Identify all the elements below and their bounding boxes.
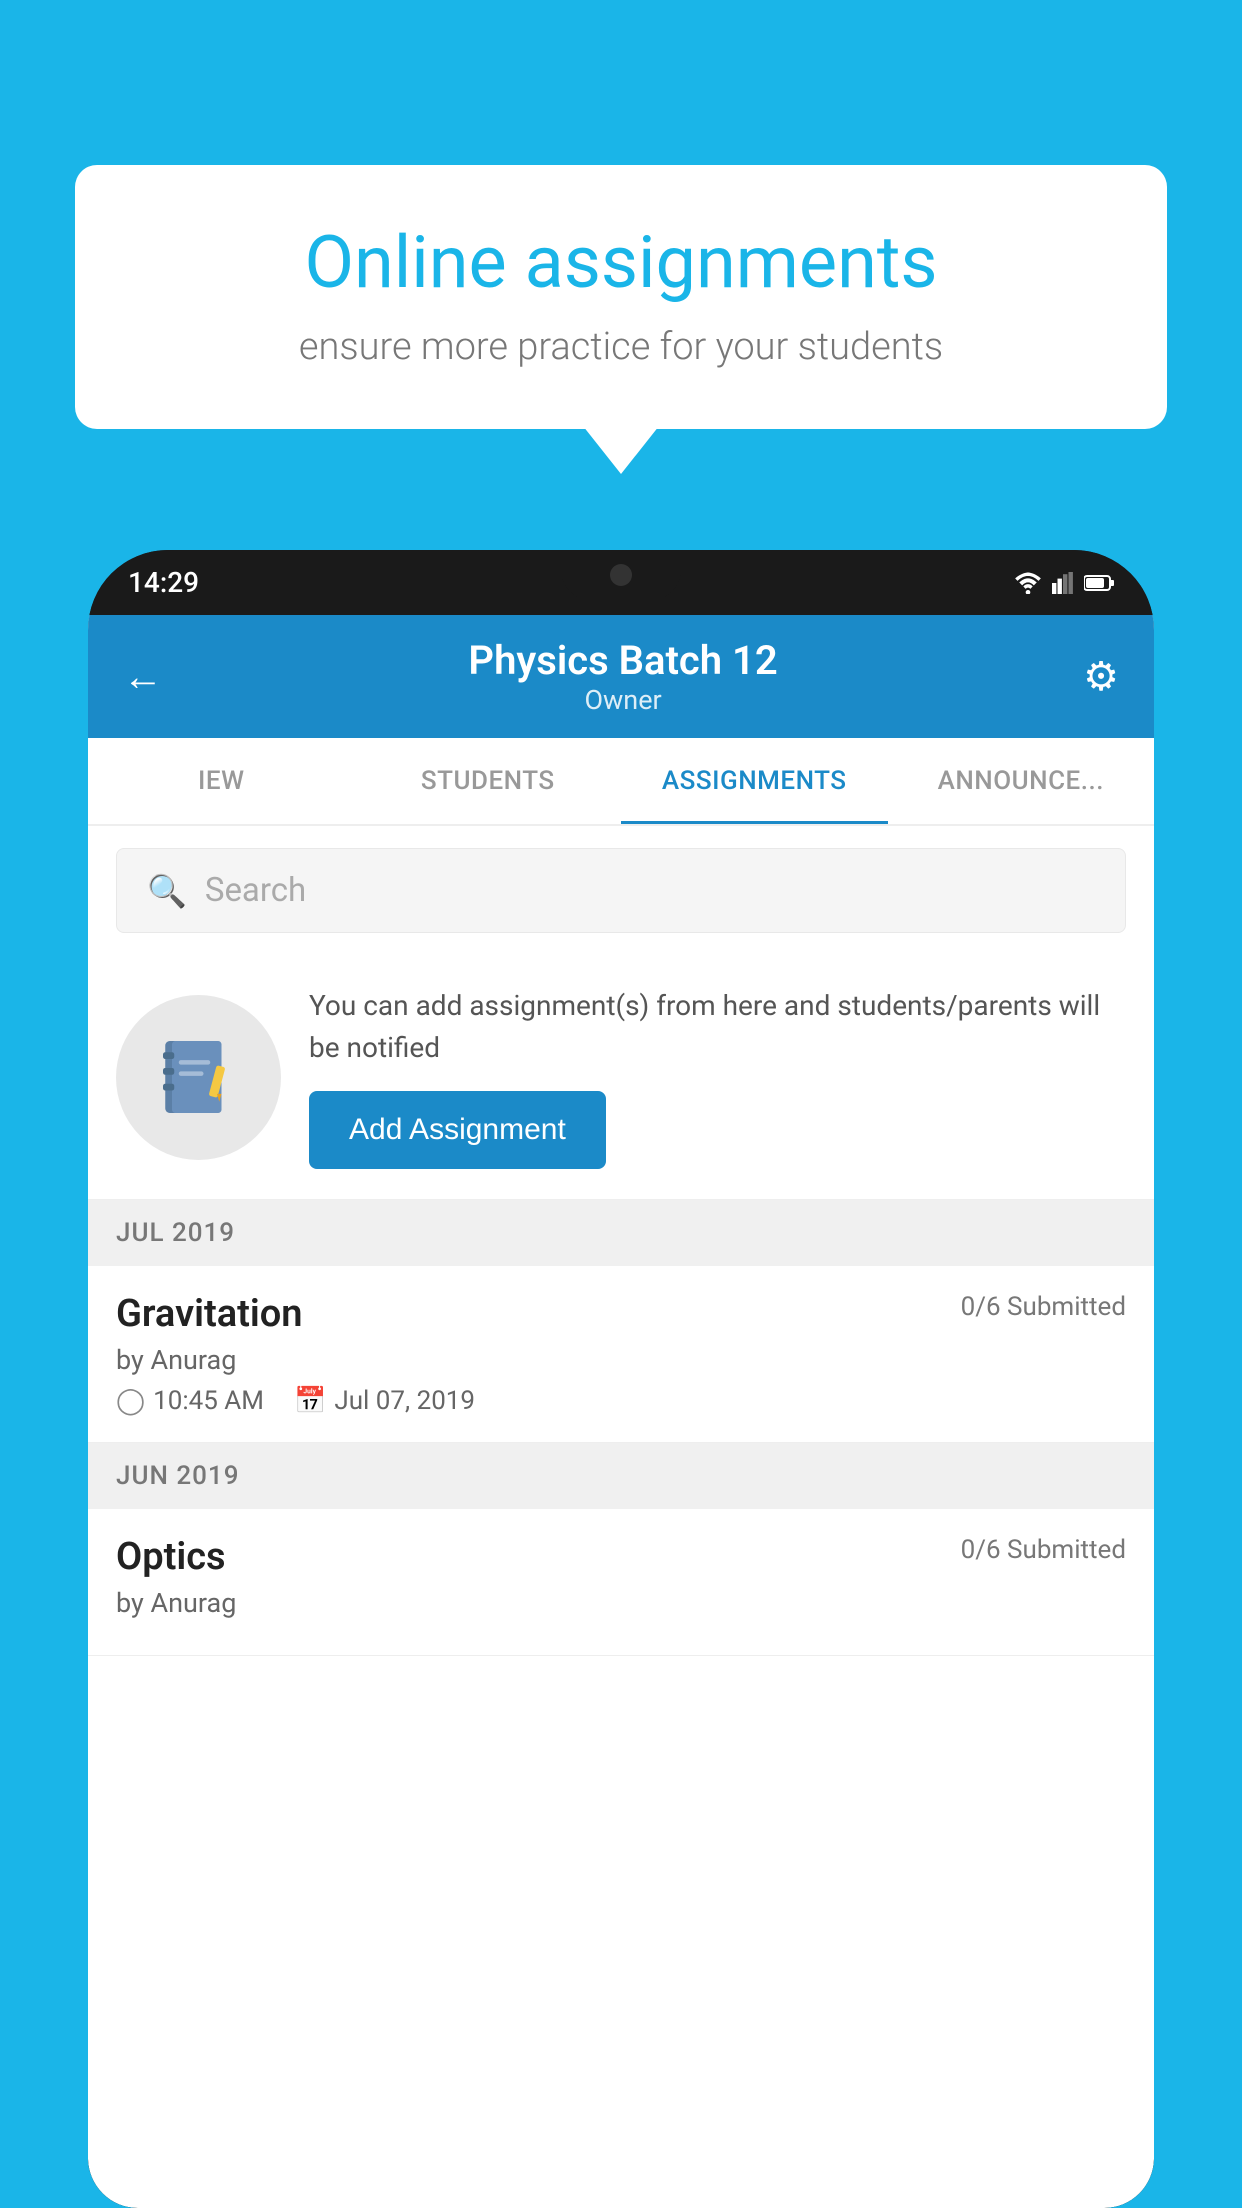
assignment-gravitation[interactable]: Gravitation 0/6 Submitted by Anurag ◯ 10… [88,1266,1154,1443]
header-center: Physics Batch 12 Owner [468,637,777,716]
search-input[interactable]: 🔍 Search [116,848,1126,933]
header-title: Physics Batch 12 [468,637,777,684]
assignment-optics[interactable]: Optics 0/6 Submitted by Anurag [88,1509,1154,1656]
assignment-date-value: Jul 07, 2019 [334,1386,475,1416]
status-icons [1014,572,1114,594]
clock-icon: ◯ [116,1386,145,1416]
tab-students[interactable]: STUDENTS [355,738,622,824]
app-header: ← Physics Batch 12 Owner ⚙ [88,615,1154,738]
bubble-title: Online assignments [135,220,1107,305]
back-button[interactable]: ← [123,653,163,700]
header-subtitle: Owner [468,684,777,716]
search-container: 🔍 Search [88,826,1154,955]
calendar-icon: 📅 [294,1386,326,1416]
section-jun-2019: JUN 2019 [88,1443,1154,1509]
speech-bubble: Online assignments ensure more practice … [75,165,1167,429]
promo-text-area: You can add assignment(s) from here and … [309,985,1126,1169]
settings-icon[interactable]: ⚙ [1083,653,1119,700]
search-icon: 🔍 [147,872,187,910]
assignment-author-gravitation: by Anurag [116,1344,1126,1376]
assignment-meta-gravitation: ◯ 10:45 AM 📅 Jul 07, 2019 [116,1386,1126,1416]
submitted-badge-optics: 0/6 Submitted [961,1535,1126,1565]
wifi-icon [1014,572,1042,594]
promo-section: You can add assignment(s) from here and … [88,955,1154,1200]
bubble-subtitle: ensure more practice for your students [135,325,1107,369]
assignment-time: ◯ 10:45 AM [116,1386,264,1416]
tab-assignments[interactable]: ASSIGNMENTS [621,738,888,824]
submitted-badge-gravitation: 0/6 Submitted [961,1292,1126,1322]
promo-icon-circle [116,995,281,1160]
tabs-bar: IEW STUDENTS ASSIGNMENTS ANNOUNCE... [88,738,1154,826]
assignment-top: Gravitation 0/6 Submitted [116,1292,1126,1336]
app-screen: ← Physics Batch 12 Owner ⚙ IEW STUDENTS … [88,615,1154,2208]
add-assignment-button[interactable]: Add Assignment [309,1091,606,1169]
section-jul-label: JUL 2019 [116,1218,235,1248]
promo-description: You can add assignment(s) from here and … [309,985,1126,1069]
assignment-optics-top: Optics 0/6 Submitted [116,1535,1126,1579]
section-jul-2019: JUL 2019 [88,1200,1154,1266]
assignment-name-gravitation: Gravitation [116,1292,303,1336]
assignment-time-value: 10:45 AM [153,1386,264,1416]
tab-announcements[interactable]: ANNOUNCE... [888,738,1155,824]
phone-camera [610,564,632,586]
assignment-date: 📅 Jul 07, 2019 [294,1386,475,1416]
search-placeholder-text: Search [205,871,306,910]
phone-mockup: 14:29 ← [88,550,1154,2208]
tab-iew[interactable]: IEW [88,738,355,824]
status-bar: 14:29 [88,550,1154,615]
battery-icon [1084,574,1114,592]
assignment-author-optics: by Anurag [116,1587,1126,1619]
status-time: 14:29 [128,566,199,599]
signal-icon [1052,572,1074,594]
notebook-icon [154,1032,244,1122]
section-jun-label: JUN 2019 [116,1461,239,1491]
phone-notch [561,550,681,600]
assignment-name-optics: Optics [116,1535,226,1579]
